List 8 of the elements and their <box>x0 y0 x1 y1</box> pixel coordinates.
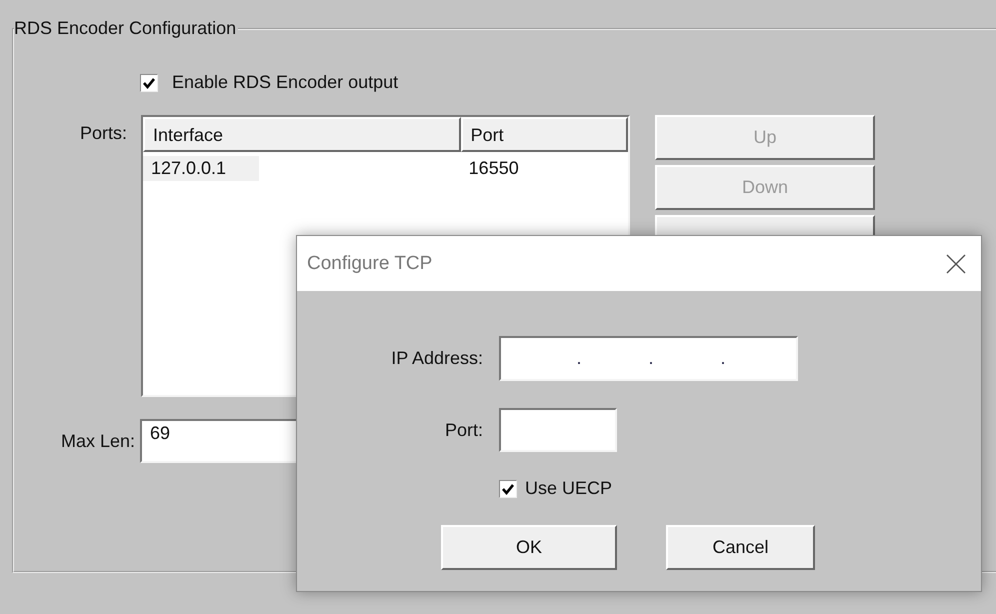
checkbox-label: Enable RDS Encoder output <box>172 72 398 93</box>
max-len-label: Max Len: <box>60 430 135 452</box>
dialog-title: Configure TCP <box>307 252 432 274</box>
port-label: Port: <box>444 420 483 440</box>
ip-address-label: IP Address: <box>390 348 483 369</box>
group-title: RDS Encoder Configuration <box>14 18 238 39</box>
ports-label: Ports: <box>78 123 127 144</box>
checkbox-label: Use UECP <box>525 478 612 499</box>
